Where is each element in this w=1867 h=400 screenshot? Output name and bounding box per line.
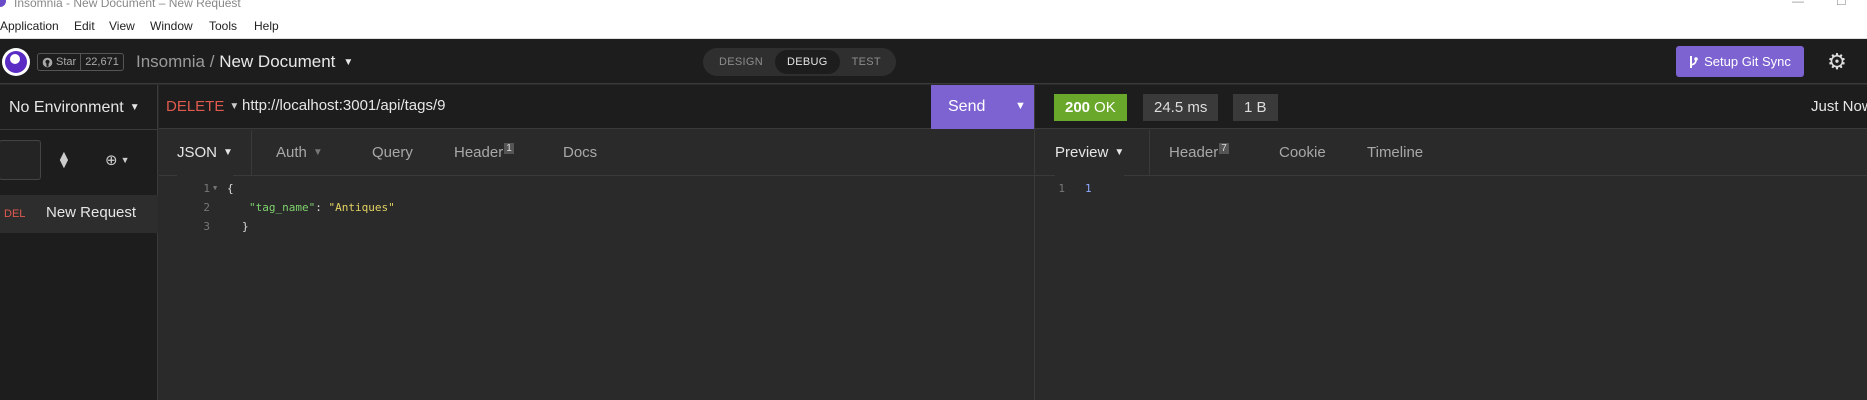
add-request-button[interactable]: ⊕ ▼ [105,151,130,169]
mode-debug[interactable]: DEBUG [774,50,840,74]
mode-design[interactable]: DESIGN [707,50,775,74]
method-dropdown-icon: ▼ [229,101,240,112]
code-line: } [242,220,249,233]
tab-docs[interactable]: Docs [563,130,597,176]
tab-auth-label: Auth [276,144,307,161]
breadcrumb: Insomnia / New Document ▼ [136,52,353,72]
setup-git-sync-label: Setup Git Sync [1704,54,1791,69]
status-code: 200 [1065,99,1091,116]
chevron-down-icon: ▼ [1114,147,1125,158]
tab-header[interactable]: Header 1 [454,130,514,176]
setup-git-sync-button[interactable]: Setup Git Sync [1676,46,1804,77]
json-separator: : [315,201,329,214]
status-badge: 200 OK [1054,94,1127,121]
app-header: Star 22,671 Insomnia / New Document ▼ DES… [0,39,1867,84]
request-method-badge: DEL [4,208,26,220]
send-label: Send [948,98,986,115]
tab-divider [251,130,252,176]
line-number: 3 [203,220,210,233]
breadcrumb-separator: / [209,52,215,71]
minimize-icon[interactable]: — [1792,0,1804,8]
plus-circle-icon: ⊕ [105,152,118,169]
status-text: OK [1094,99,1116,116]
sidebar-request-item[interactable]: DEL New Request [0,195,158,233]
response-time: 24.5 ms [1143,94,1219,121]
mode-test[interactable]: TEST [840,50,893,74]
breadcrumb-document[interactable]: New Document [219,52,335,71]
git-branch-icon [1690,55,1698,68]
menu-bar: Application Edit View Window Tools Help [0,10,1867,39]
tab-auth[interactable]: Auth ▼ [276,130,323,176]
menu-application[interactable]: Application [0,19,59,33]
tab-preview[interactable]: Preview ▼ [1055,130,1125,176]
request-name: New Request [46,204,137,221]
sidebar-divider [0,129,158,130]
menu-help[interactable]: Help [254,19,279,33]
chevron-down-icon: ▼ [223,147,233,158]
code-line: "tag_name": "Antiques" [249,201,395,214]
code-line: { [227,182,234,195]
method-selector[interactable]: DELETE ▼ [166,98,239,115]
line-number: 1 [1058,182,1065,195]
header-count-badge: 1 [504,143,514,154]
method-label: DELETE [166,98,225,115]
tab-response-header-label: Header [1169,144,1219,161]
response-value: 1 [1085,182,1092,195]
environment-label: No Environment [9,99,124,116]
sidebar: No Environment ▼ ▲ ▼ ⊕ ▼ DEL New Request [0,85,158,400]
tab-header-label: Header [454,144,504,161]
line-number: 1 [203,182,210,195]
menu-tools[interactable]: Tools [209,19,237,33]
github-star-button[interactable]: Star 22,671 [37,53,124,71]
json-value: "Antiques" [328,201,395,214]
response-size: 1 B [1233,94,1278,121]
request-filter-input[interactable] [0,140,41,180]
line-number: 2 [203,201,210,214]
tab-divider [1149,130,1150,176]
tab-json-label: JSON [177,144,218,161]
request-tabs: JSON ▼ Auth ▼ Query Header 1 Docs [159,130,1034,176]
response-tabs: Preview ▼ Header 7 Cookie Timeline [1035,130,1867,176]
menu-view[interactable]: View [109,19,135,33]
send-options-dropdown-icon[interactable]: ▼ [1015,100,1026,112]
menu-window[interactable]: Window [150,19,193,33]
app-icon [0,0,6,7]
github-star-label: Star [56,56,77,68]
github-star-count: 22,671 [85,56,119,68]
tab-json[interactable]: JSON ▼ [177,130,233,176]
request-pane: DELETE ▼ http://localhost:3001/api/tags/9… [159,85,1034,400]
fold-icon[interactable]: ▼ [213,184,217,192]
environment-dropdown-icon: ▼ [129,102,140,113]
chevron-down-icon: ▼ [312,147,323,158]
url-bar: DELETE ▼ http://localhost:3001/api/tags/9… [159,85,1034,129]
tab-cookie[interactable]: Cookie [1279,130,1326,176]
url-input[interactable]: http://localhost:3001/api/tags/9 [242,97,445,114]
response-status-bar: 200 OK 24.5 ms 1 B Just Now [1035,85,1867,129]
insomnia-logo-icon[interactable] [2,48,30,76]
settings-gear-icon[interactable]: ⚙ [1821,47,1853,77]
tab-preview-label: Preview [1055,144,1109,161]
github-icon [42,57,53,67]
breadcrumb-app[interactable]: Insomnia [136,52,205,71]
response-timestamp[interactable]: Just Now [1811,98,1867,115]
sort-icon[interactable]: ▲ ▼ [57,148,71,170]
tab-query[interactable]: Query [372,130,413,176]
json-key: "tag_name" [249,201,316,214]
title-bar: Insomnia - New Document – New Request — … [0,0,1867,10]
tab-response-header[interactable]: Header 7 [1169,130,1229,176]
send-button[interactable]: Send ▼ [931,85,1034,129]
environment-selector[interactable]: No Environment ▼ [9,99,140,117]
maximize-icon[interactable]: ☐ [1836,0,1847,8]
window-title: Insomnia - New Document – New Request [14,0,241,10]
tab-timeline[interactable]: Timeline [1367,130,1423,176]
mode-switcher: DESIGN DEBUG TEST [703,48,896,76]
chevron-down-icon: ▼ [120,155,130,165]
response-pane: 200 OK 24.5 ms 1 B Just Now Preview ▼ Hea… [1035,85,1867,400]
menu-edit[interactable]: Edit [74,19,95,33]
response-header-count-badge: 7 [1219,143,1229,154]
document-dropdown-icon[interactable]: ▼ [343,57,353,68]
